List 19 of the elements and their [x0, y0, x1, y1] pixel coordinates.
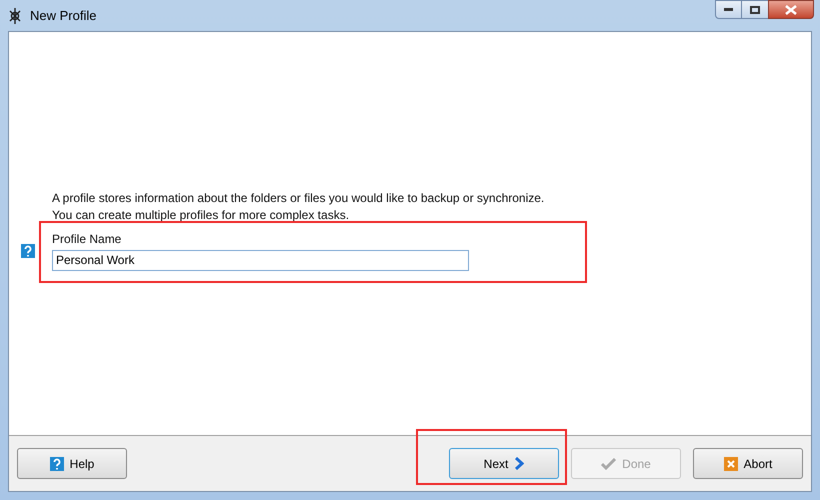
- help-icon: [50, 456, 64, 470]
- checkmark-icon: [601, 458, 616, 470]
- maximize-icon: [750, 6, 760, 14]
- profile-name-field[interactable]: Personal Work: [52, 250, 469, 270]
- help-icon[interactable]: [21, 244, 35, 258]
- minimize-button[interactable]: [715, 0, 742, 19]
- description-text: A profile stores information about the folders or files you would like to backup or synchronize. You can create multiple profiles for more complex tasks.: [52, 190, 544, 224]
- minimize-icon: [724, 8, 733, 12]
- chevron-right-icon: [514, 457, 524, 470]
- close-icon: [785, 4, 797, 14]
- next-button[interactable]: Next: [449, 448, 559, 479]
- window-title: New Profile: [30, 6, 96, 25]
- help-button[interactable]: Help: [17, 448, 127, 479]
- profile-name-label: Profile Name: [52, 231, 122, 248]
- abort-button[interactable]: Abort: [693, 448, 803, 479]
- close-icon: [724, 456, 738, 470]
- close-button[interactable]: [768, 0, 814, 19]
- app-icon: [7, 6, 23, 24]
- maximize-button[interactable]: [742, 0, 768, 19]
